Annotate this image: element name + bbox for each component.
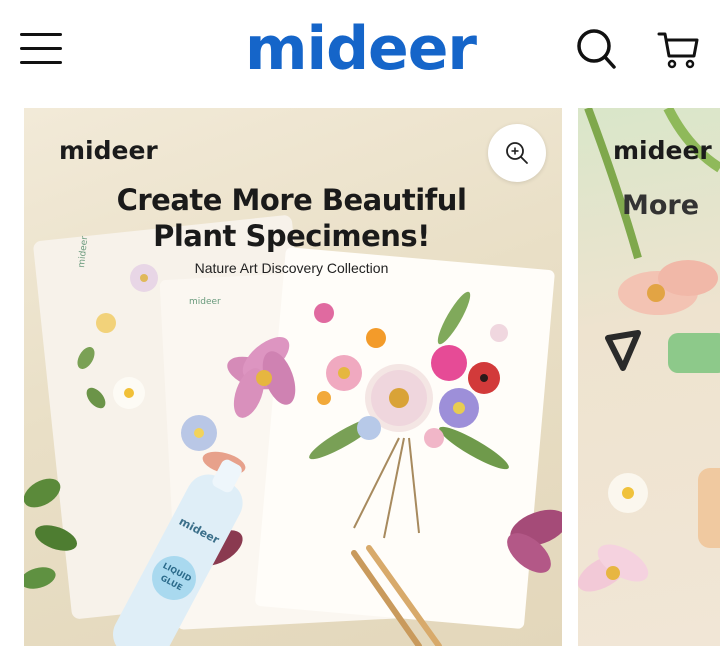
slide-brand-logo: mideer (59, 136, 158, 165)
slide-headline: Create More Beautiful Plant Specimens! (64, 182, 519, 254)
slide-2-headline: More (622, 190, 700, 221)
brand-logo[interactable]: mideer (245, 10, 477, 88)
search-icon[interactable] (574, 26, 618, 72)
slide-subheadline: Nature Art Discovery Collection (194, 260, 389, 276)
product-photo-scene-2 (578, 108, 720, 592)
brand-logo-text: mideer (245, 14, 477, 84)
slide-2-brand-logo: mideer (613, 136, 712, 165)
slide-headline-line-1: Create More Beautiful (116, 183, 467, 217)
site-header: mideer (0, 0, 720, 100)
svg-text:mideer: mideer (189, 297, 221, 307)
slide-headline-line-2: Plant Specimens! (153, 219, 430, 253)
menu-line (20, 47, 62, 50)
zoom-in-icon[interactable] (488, 124, 546, 182)
carousel-slide-2[interactable]: mideer More (578, 108, 720, 646)
menu-line (20, 61, 62, 64)
carousel-slide-1[interactable]: LIQUID GLUE mideer mideer mideer mideer … (24, 108, 562, 646)
hamburger-menu-icon[interactable] (20, 30, 62, 66)
menu-line (20, 33, 62, 36)
cart-icon[interactable] (656, 26, 700, 72)
product-image-carousel[interactable]: LIQUID GLUE mideer mideer mideer mideer … (24, 108, 720, 646)
